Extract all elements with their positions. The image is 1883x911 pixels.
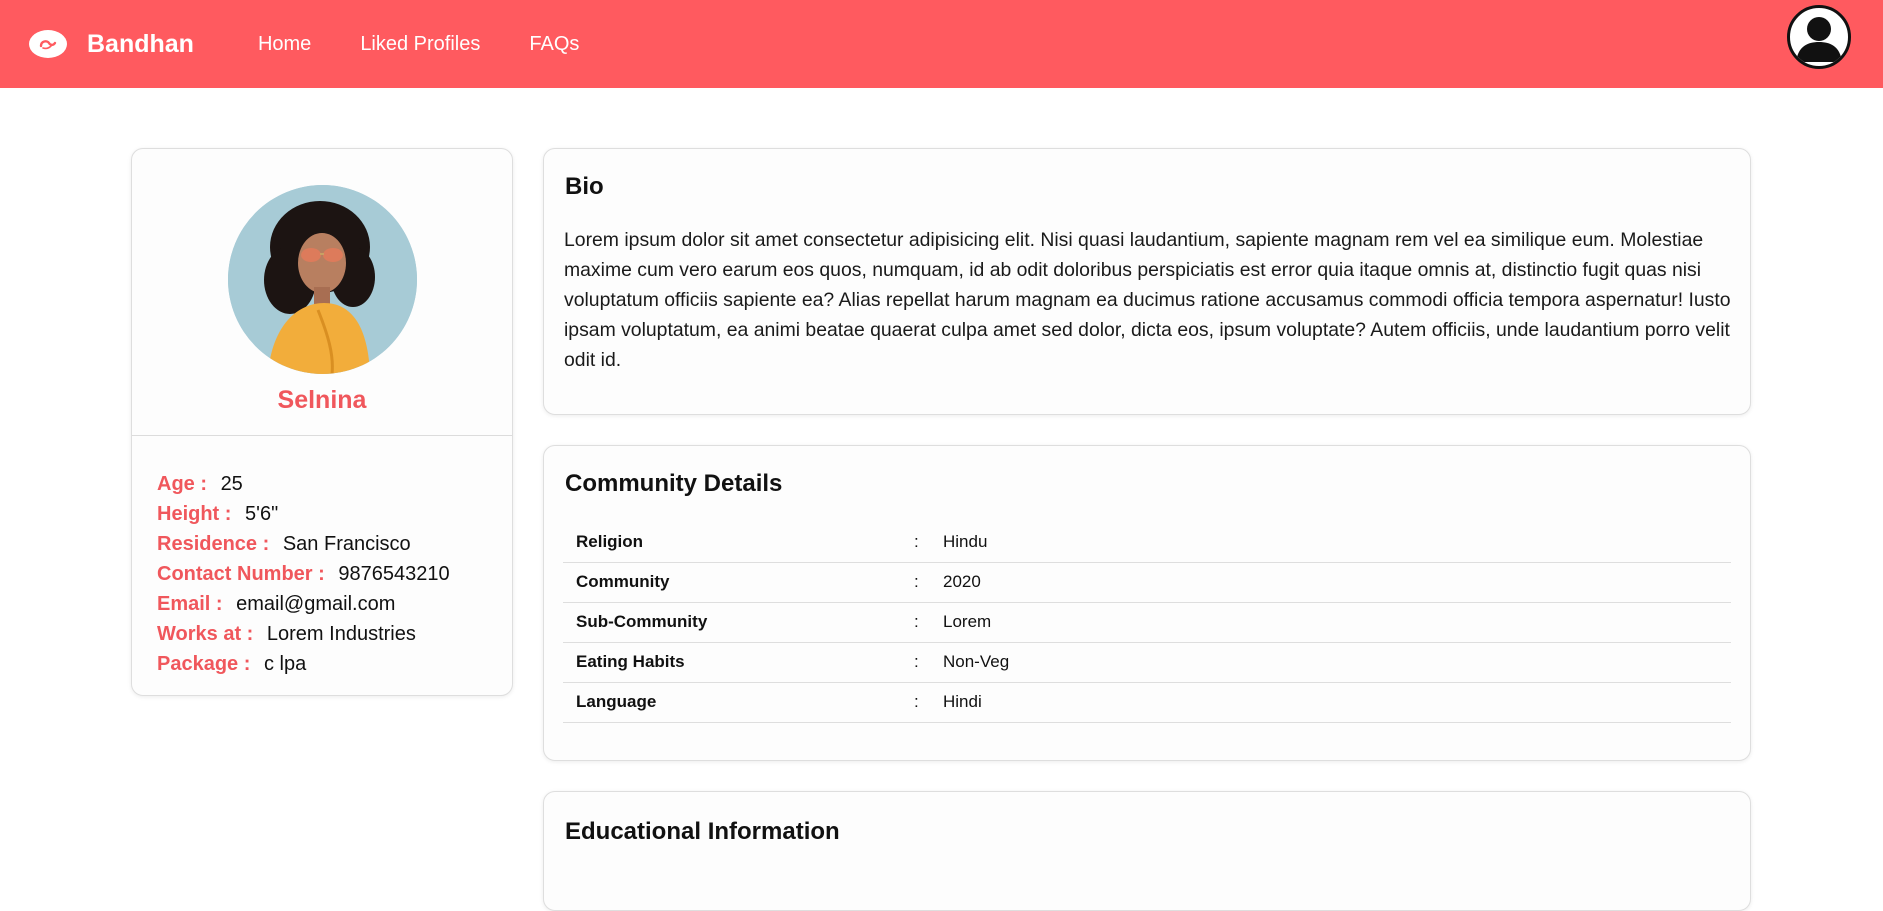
table-row: Community : 2020: [563, 562, 1731, 603]
nav-link-home[interactable]: Home: [258, 33, 311, 56]
row-key: Community: [563, 562, 914, 603]
user-avatar-button[interactable]: [1787, 5, 1851, 69]
user-icon: [1796, 17, 1842, 62]
info-value: 25: [220, 473, 243, 495]
profile-name: Selnina: [277, 386, 367, 414]
community-details-table: Religion : Hindu Community : 2020 Sub-Co…: [563, 522, 1731, 723]
row-key: Religion: [563, 522, 914, 563]
community-details-card: Community Details Religion : Hindu Commu…: [543, 445, 1751, 761]
row-key: Sub-Community: [563, 602, 914, 643]
info-row-works-at: Works at : Lorem Industries: [157, 619, 450, 649]
row-separator: :: [914, 522, 943, 563]
educational-information-title: Educational Information: [565, 818, 840, 845]
row-value: Lorem: [943, 602, 1731, 643]
bandhan-logo-icon: [29, 30, 67, 58]
nav-link-faqs[interactable]: FAQs: [529, 33, 579, 56]
info-label: Height :: [157, 503, 232, 525]
row-separator: :: [914, 562, 943, 603]
info-label: Contact Number :: [157, 563, 325, 585]
info-row-contact-number: Contact Number : 9876543210: [157, 559, 450, 589]
profile-info-list: Age : 25 Height : 5'6" Residence : San F…: [157, 469, 450, 679]
info-row-height: Height : 5'6": [157, 499, 450, 529]
top-navbar: Bandhan Home Liked Profiles FAQs: [0, 0, 1883, 88]
info-label: Package :: [157, 653, 251, 675]
info-value: email@gmail.com: [236, 593, 396, 615]
row-separator: :: [914, 602, 943, 643]
table-row: Eating Habits : Non-Veg: [563, 642, 1731, 683]
row-separator: :: [914, 682, 943, 723]
info-label: Age :: [157, 473, 207, 495]
info-value: c lpa: [263, 653, 307, 675]
brand-home-link[interactable]: Bandhan: [29, 30, 194, 59]
bio-card: Bio Lorem ipsum dolor sit amet consectet…: [543, 148, 1751, 415]
row-value: Hindi: [943, 682, 1731, 723]
info-row-age: Age : 25: [157, 469, 450, 499]
table-row: Sub-Community : Lorem: [563, 602, 1731, 643]
info-value: 5'6": [245, 503, 279, 525]
profile-card: Selnina Age : 25 Height : 5'6" Residence…: [131, 148, 513, 696]
row-value: Hindu: [943, 522, 1731, 563]
brand-name: Bandhan: [87, 29, 194, 58]
row-value: Non-Veg: [943, 642, 1731, 683]
row-separator: :: [914, 642, 943, 683]
info-label: Works at :: [157, 623, 254, 645]
table-row: Religion : Hindu: [563, 522, 1731, 563]
nav-link-liked-profiles[interactable]: Liked Profiles: [360, 33, 480, 56]
nav-links: Home Liked Profiles FAQs: [258, 33, 628, 56]
info-value: San Francisco: [282, 533, 411, 555]
row-key: Language: [563, 682, 914, 723]
community-details-title: Community Details: [565, 470, 783, 497]
educational-information-card: Educational Information: [543, 791, 1751, 911]
info-row-residence: Residence : San Francisco: [157, 529, 450, 559]
bio-text: Lorem ipsum dolor sit amet consectetur a…: [564, 229, 1731, 371]
profile-photo: [228, 185, 417, 374]
info-value: Lorem Industries: [266, 623, 416, 645]
info-label: Residence :: [157, 533, 270, 555]
info-row-package: Package : c lpa: [157, 649, 450, 679]
row-value: 2020: [943, 562, 1731, 603]
bio-title: Bio: [565, 173, 604, 200]
info-value: 9876543210: [338, 563, 450, 585]
info-row-email: Email : email@gmail.com: [157, 589, 450, 619]
profile-divider: [132, 435, 512, 436]
row-key: Eating Habits: [563, 642, 914, 683]
table-row: Language : Hindi: [563, 682, 1731, 723]
info-label: Email :: [157, 593, 223, 615]
